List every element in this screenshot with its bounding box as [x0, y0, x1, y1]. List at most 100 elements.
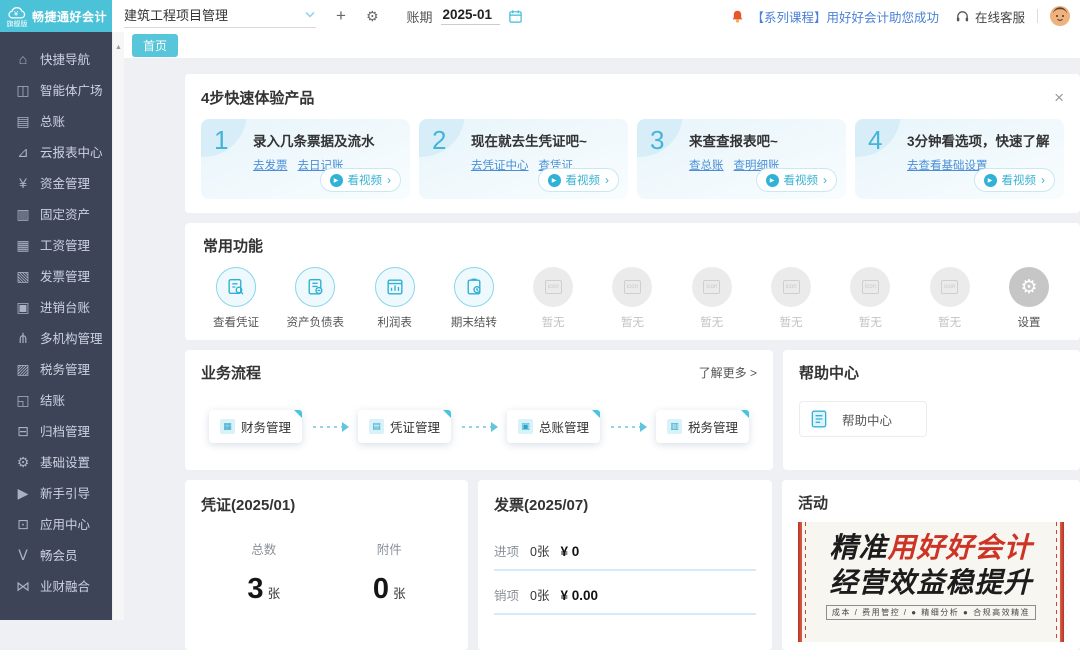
sidebar-item-cloud-reports[interactable]: ⊿云报表中心: [0, 136, 112, 167]
app-center-icon: ⊡: [15, 517, 31, 531]
close-icon[interactable]: ×: [1054, 89, 1064, 106]
invoice-summary-panel: 发票(2025/07) 进项 0张 ¥ 0 销项 0张 ¥ 0.00: [478, 480, 772, 650]
step-card-4: 4 3分钟看选项，快速了解 去查看基础设置 ▶ 看视频 ›: [855, 119, 1064, 199]
workflow-node-ledger[interactable]: ▣ 总账管理: [507, 410, 600, 443]
invoice-input-row: 进项 0张 ¥ 0: [494, 541, 756, 571]
sidebar-scrollbar[interactable]: ▲: [112, 32, 124, 620]
bell-icon[interactable]: [730, 9, 745, 24]
activity-panel: 活动 精准用好好会计 经营效益稳提升 成本 / 费用管控 / ● 精细分析 ● …: [782, 480, 1080, 650]
promo-banner[interactable]: 精准用好好会计 经营效益稳提升 成本 / 费用管控 / ● 精细分析 ● 合规高…: [798, 522, 1064, 642]
sidebar-item-invoice-mgmt[interactable]: ▧发票管理: [0, 260, 112, 291]
topbar: 建筑工程项目管理 + ⚙ 账期 2025-01 【系列课程】用好好会计助您成功 …: [112, 0, 1080, 32]
dotted-arrow-icon: [611, 426, 645, 428]
help-panel: 帮助中心 帮助中心: [783, 350, 1080, 470]
banner-left-dashed-line: [805, 522, 806, 642]
sidebar-item-fixed-assets[interactable]: ▥固定资产: [0, 198, 112, 229]
notice-link[interactable]: 【系列课程】用好好会计助您成功: [751, 7, 939, 26]
closing-icon: ◱: [15, 393, 31, 407]
func-view-voucher[interactable]: 查看凭证: [203, 267, 269, 330]
sidebar-item-tax[interactable]: ▨税务管理: [0, 353, 112, 384]
quickstart-steps: 1 录入几条票据及流水 去发票 去日记账 ▶ 看视频 › 2 现在就去生凭证吧~…: [201, 119, 1064, 199]
link-go-invoice[interactable]: 去发票: [253, 157, 288, 173]
voucher-columns: 总数 3张 附件 0张: [201, 539, 452, 606]
period-value[interactable]: 2025-01: [441, 7, 501, 25]
building-icon: ▥: [15, 207, 31, 221]
voucher-attachment-column: 附件 0张: [327, 539, 453, 606]
step-card-2: 2 现在就去生凭证吧~ 去凭证中心 查凭证 ▶ 看视频 ›: [419, 119, 628, 199]
func-empty-slot: icon 暂无: [758, 267, 824, 330]
voucher-search-icon: [216, 267, 256, 307]
workflow-node-finance[interactable]: ▦ 财务管理: [209, 410, 302, 443]
sidebar-item-app-center[interactable]: ⊡应用中心: [0, 508, 112, 539]
tab-home[interactable]: 首页: [132, 34, 178, 57]
activity-title: 活动: [798, 492, 1064, 513]
chevron-right-icon: ›: [823, 174, 827, 186]
add-account-set-button[interactable]: +: [336, 6, 346, 26]
register-icon: ▣: [15, 300, 31, 314]
document-icon: [809, 409, 829, 429]
watch-video-button[interactable]: ▶ 看视频 ›: [756, 168, 838, 192]
learn-more-link[interactable]: 了解更多 >: [699, 364, 757, 381]
voucher-attachment-value: 0张: [327, 573, 453, 606]
play-icon: ▶: [766, 174, 779, 187]
tax-icon: ▨: [15, 362, 31, 376]
sidebar-item-quick-nav[interactable]: ⌂快捷导航: [0, 43, 112, 74]
brand-name: 畅捷通好会计: [32, 8, 107, 25]
sidebar-item-funds[interactable]: ¥资金管理: [0, 167, 112, 198]
link-basic-settings[interactable]: 去查看基础设置: [907, 157, 988, 173]
func-balance-sheet[interactable]: 资产负债表: [282, 267, 348, 330]
main-content: 4步快速体验产品 × 1 录入几条票据及流水 去发票 去日记账 ▶ 看视频 › …: [124, 58, 1080, 620]
invoice-output-row: 销项 0张 ¥ 0.00: [494, 585, 756, 615]
chevron-down-icon: [304, 10, 316, 19]
workflow-node-tax[interactable]: ▥ 税务管理: [656, 410, 749, 443]
sidebar-nav: ⌂快捷导航 ◫智能体广场 ▤总账 ⊿云报表中心 ¥资金管理 ▥固定资产 ▦工资管…: [0, 32, 112, 601]
sidebar-item-general-ledger[interactable]: ▤总账: [0, 105, 112, 136]
voucher-icon: ▤: [369, 419, 384, 434]
chevron-right-icon: ›: [605, 174, 609, 186]
link-general-ledger[interactable]: 查总账: [689, 157, 724, 173]
watch-video-button[interactable]: ▶ 看视频 ›: [974, 168, 1056, 192]
func-empty-slot: icon 暂无: [599, 267, 665, 330]
cloud-logo-icon: ¥ 旗舰版: [6, 5, 28, 28]
banner-headline-1: 精准用好好会计: [812, 530, 1050, 565]
placeholder-icon: icon: [850, 267, 890, 307]
sidebar-item-agent-plaza[interactable]: ◫智能体广场: [0, 74, 112, 105]
settings-gear-icon[interactable]: ⚙: [366, 8, 379, 25]
sidebar-item-multi-org[interactable]: ⋔多机构管理: [0, 322, 112, 353]
link-voucher-center[interactable]: 去凭证中心: [471, 157, 529, 173]
banner-footer-text: 成本 / 费用管控 / ● 精细分析 ● 合规高效精准: [826, 605, 1036, 620]
sidebar-item-payroll[interactable]: ▦工资管理: [0, 229, 112, 260]
func-period-end-closing[interactable]: 期末结转: [441, 267, 507, 330]
org-chart-icon: ⋔: [15, 331, 31, 345]
play-icon: ▶: [984, 174, 997, 187]
sidebar-item-beginner-guide[interactable]: ▶新手引导: [0, 477, 112, 508]
workflow-node-voucher[interactable]: ▤ 凭证管理: [358, 410, 451, 443]
account-set-select[interactable]: 建筑工程项目管理: [124, 5, 316, 28]
sidebar-item-membership[interactable]: Ⅴ畅会员: [0, 539, 112, 570]
scroll-up-arrow-icon[interactable]: ▲: [113, 44, 124, 51]
online-support-link[interactable]: 在线客服: [975, 7, 1025, 26]
watch-video-button[interactable]: ▶ 看视频 ›: [320, 168, 402, 192]
watch-video-button[interactable]: ▶ 看视频 ›: [538, 168, 620, 192]
help-center-button[interactable]: 帮助中心: [799, 401, 927, 437]
plaza-icon: ◫: [15, 83, 31, 97]
func-profit-statement[interactable]: 利润表: [362, 267, 428, 330]
dotted-arrow-icon: [313, 426, 347, 428]
sidebar-item-purchase-sales[interactable]: ▣进销台账: [0, 291, 112, 322]
headset-icon[interactable]: [955, 9, 970, 24]
bar-chart-icon: [375, 267, 415, 307]
sidebar-item-archive[interactable]: ⊟归档管理: [0, 415, 112, 446]
app-logo[interactable]: ¥ 旗舰版 畅捷通好会计: [0, 0, 112, 32]
accounting-period: 账期 2025-01: [407, 7, 524, 26]
dotted-arrow-icon: [462, 426, 496, 428]
calendar-icon[interactable]: [508, 9, 523, 24]
sidebar-item-closing[interactable]: ◱结账: [0, 384, 112, 415]
balance-sheet-icon: [295, 267, 335, 307]
voucher-total-value: 3张: [201, 573, 327, 606]
func-settings[interactable]: ⚙ 设置: [996, 267, 1062, 330]
user-avatar[interactable]: [1050, 6, 1070, 26]
play-icon: ▶: [548, 174, 561, 187]
sidebar-item-business-finance[interactable]: ⋈业财融合: [0, 570, 112, 601]
sidebar-item-basic-settings[interactable]: ⚙基础设置: [0, 446, 112, 477]
banner-headline-2: 经营效益稳提升: [812, 565, 1050, 600]
